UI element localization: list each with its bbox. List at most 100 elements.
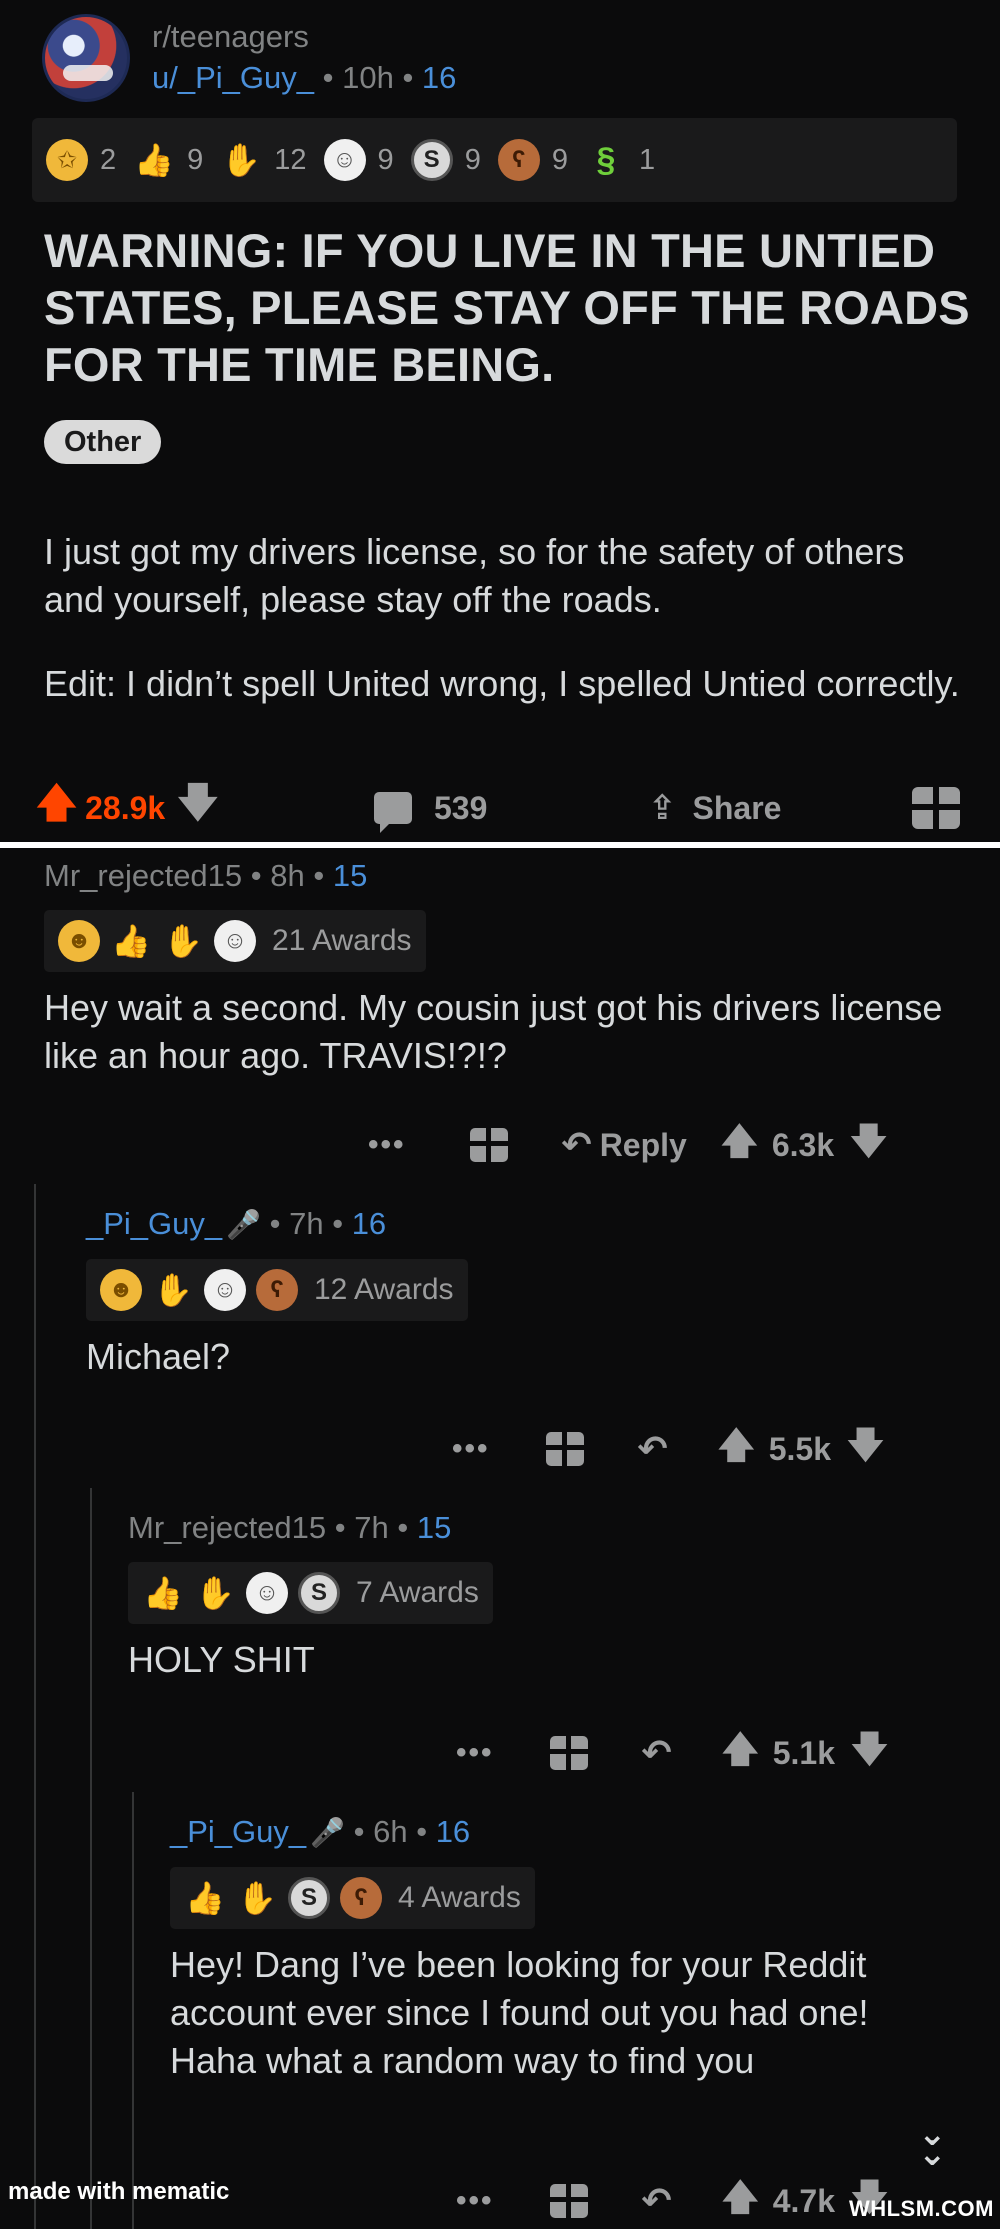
wholesome-award-icon: ☺ bbox=[323, 139, 366, 181]
comment-actions: ••• ↶ 🡅 5.5k 🡇 bbox=[452, 1422, 884, 1476]
comment-meta: _Pi_Guy_ 🎤 • 7h • 16 bbox=[86, 1204, 966, 1245]
comment: Mr_rejected15 • 8h • 15 ☻ 👍 ✋ ☺ 21 Award… bbox=[44, 856, 964, 1080]
comment-age: 6h bbox=[373, 1814, 408, 1849]
wholesome-award-icon: ☺ bbox=[246, 1572, 288, 1614]
gift-icon[interactable] bbox=[545, 1432, 584, 1466]
comment-actions: ••• ↶ Reply 🡅 6.3k 🡇 bbox=[368, 1118, 887, 1172]
comments-section: Mr_rejected15 • 8h • 15 ☻ 👍 ✋ ☺ 21 Award… bbox=[0, 848, 1000, 2229]
silver-award-icon: ✩ bbox=[46, 139, 88, 181]
comment-author[interactable]: _Pi_Guy_ bbox=[86, 1206, 222, 1241]
share-label: Share bbox=[692, 789, 782, 826]
gift-icon bbox=[912, 787, 960, 829]
reply-icon[interactable]: ↶ bbox=[638, 1428, 668, 1470]
comment-text: HOLY SHIT bbox=[128, 1639, 315, 1680]
comment-score: 6.3k bbox=[771, 1126, 835, 1163]
comment-awards[interactable]: 👍 ✋ ☺ S 7 Awards bbox=[128, 1562, 493, 1624]
collapse-thread-icon[interactable]: ⌄ ⌄ bbox=[918, 2117, 947, 2171]
bear-award-icon: ʕ bbox=[497, 139, 540, 181]
award-count: 2 bbox=[100, 143, 117, 176]
post-award[interactable]: S9 bbox=[410, 139, 481, 181]
reply-icon[interactable]: ↶ bbox=[562, 1124, 592, 1166]
more-options-icon[interactable]: ••• bbox=[456, 1736, 494, 1770]
meta-separator: • bbox=[322, 60, 343, 95]
post-award[interactable]: 👍 9 bbox=[133, 139, 203, 181]
share-button[interactable]: ⇪ Share bbox=[648, 780, 781, 836]
post: r/teenagers u/_Pi_Guy_ • 10h • 16 ✩ 2 👍 9 ✋ 1… bbox=[0, 0, 1000, 842]
comment-icon bbox=[374, 792, 412, 833]
comment-meta: Mr_rejected15 • 8h • 15 bbox=[44, 858, 368, 893]
comment-text: Michael? bbox=[86, 1336, 231, 1377]
award-button[interactable] bbox=[912, 780, 960, 836]
subreddit-name[interactable]: r/teenagers bbox=[152, 17, 456, 57]
gift-icon[interactable] bbox=[469, 1128, 508, 1162]
op-mic-icon: 🎤 bbox=[310, 1817, 346, 1848]
comment-meta: Mr_rejected15 • 7h • 15 bbox=[128, 1510, 452, 1545]
user-flair-number: 15 bbox=[416, 1510, 452, 1545]
downvote-icon[interactable]: 🡇 bbox=[847, 1419, 884, 1480]
award-count: 12 bbox=[274, 143, 307, 176]
upvote-icon[interactable]: 🡅 bbox=[718, 1419, 755, 1480]
silver-s-award-icon: S bbox=[288, 1877, 330, 1919]
vote-group: 🡅 28.9k 🡇 bbox=[36, 780, 218, 836]
comment-author[interactable]: _Pi_Guy_ bbox=[170, 1814, 306, 1849]
post-award[interactable]: ☺ 9 bbox=[323, 139, 394, 181]
more-options-icon[interactable]: ••• bbox=[368, 1128, 406, 1162]
wholesome-award-icon: ☺ bbox=[204, 1269, 246, 1311]
comment-actions: ••• ↶ 🡅 5.1k 🡇 bbox=[456, 1726, 888, 1780]
comments-button[interactable]: 539 bbox=[374, 780, 487, 836]
comment-meta: _Pi_Guy_ 🎤 • 6h • 16 bbox=[170, 1812, 940, 1853]
post-award[interactable]: ʕ9 bbox=[497, 139, 568, 181]
reply-button[interactable]: Reply bbox=[600, 1127, 687, 1164]
post-meta: u/_Pi_Guy_ • 10h • 16 bbox=[152, 57, 456, 99]
post-author[interactable]: u/_Pi_Guy_ bbox=[152, 60, 314, 95]
gold-award-icon: ☻ bbox=[58, 920, 100, 962]
post-award[interactable]: ✩ 2 bbox=[46, 139, 116, 181]
comment-author[interactable]: Mr_rejected15 bbox=[44, 858, 242, 893]
upvote-icon[interactable]: 🡅 bbox=[722, 2171, 759, 2229]
comment-age: 7h bbox=[289, 1206, 324, 1241]
helping-hand-award-icon: ✋ bbox=[237, 1880, 277, 1916]
comment-text: Hey wait a second. My cousin just got hi… bbox=[44, 987, 943, 1076]
post-header: r/teenagers u/_Pi_Guy_ • 10h • 16 bbox=[42, 14, 456, 102]
awards-count: 4 Awards bbox=[398, 1881, 521, 1914]
post-award[interactable]: ✋ 12 bbox=[220, 139, 306, 181]
watermark-site: WHLSM.COM bbox=[848, 2196, 994, 2221]
upvote-icon[interactable]: 🡅 bbox=[36, 774, 77, 842]
downvote-icon[interactable]: 🡇 bbox=[177, 774, 218, 842]
user-flair-number: 16 bbox=[351, 1206, 387, 1241]
post-award[interactable]: § 1 bbox=[585, 139, 656, 181]
reply-icon[interactable]: ↶ bbox=[642, 2180, 672, 2222]
comment-author[interactable]: Mr_rejected15 bbox=[128, 1510, 326, 1545]
more-options-icon[interactable]: ••• bbox=[452, 1432, 490, 1466]
upvote-icon[interactable]: 🡅 bbox=[722, 1723, 759, 1784]
reply-icon[interactable]: ↶ bbox=[642, 1732, 672, 1774]
downvote-icon[interactable]: 🡇 bbox=[851, 1723, 888, 1784]
thread-line[interactable] bbox=[34, 1184, 36, 2229]
comment-awards[interactable]: ☻ 👍 ✋ ☺ 21 Awards bbox=[44, 910, 426, 972]
post-body-edit: Edit: I didn’t spell United wrong, I spe… bbox=[44, 663, 960, 704]
downvote-icon[interactable]: 🡇 bbox=[850, 1115, 887, 1176]
gift-icon[interactable] bbox=[549, 1736, 588, 1770]
award-count: 9 bbox=[187, 143, 204, 176]
subreddit-avatar[interactable] bbox=[42, 14, 130, 102]
thread-line[interactable] bbox=[90, 1488, 92, 2229]
comment-score: 5.5k bbox=[768, 1430, 831, 1467]
helping-hand-award-icon: ✋ bbox=[163, 923, 203, 959]
share-icon: ⇪ bbox=[648, 789, 677, 827]
upvote-icon[interactable]: 🡅 bbox=[721, 1115, 758, 1176]
comment-awards[interactable]: 👍 ✋ S ʕ 4 Awards bbox=[170, 1867, 535, 1929]
user-flair-number: 15 bbox=[332, 858, 368, 893]
comment: Mr_rejected15 • 7h • 15 👍 ✋ ☺ S 7 Awards… bbox=[128, 1508, 968, 1684]
thread-line[interactable] bbox=[132, 1792, 134, 2229]
post-awards-bar[interactable]: ✩ 2 👍 9 ✋ 12 ☺ 9 S 9 ʕ 9 § 1 bbox=[32, 118, 957, 202]
user-flair-number: 16 bbox=[435, 1814, 471, 1849]
post-flair[interactable]: Other bbox=[44, 420, 162, 464]
bear-award-icon: ʕ bbox=[340, 1877, 382, 1919]
awards-count: 7 Awards bbox=[356, 1576, 479, 1609]
comment-awards[interactable]: ☻ ✋ ☺ ʕ 12 Awards bbox=[86, 1259, 468, 1321]
rocket-like-award-icon: 👍 bbox=[134, 142, 175, 178]
gift-icon[interactable] bbox=[549, 2184, 588, 2218]
silver-s-award-icon: S bbox=[298, 1572, 340, 1614]
more-options-icon[interactable]: ••• bbox=[456, 2184, 494, 2218]
user-flair-number: 16 bbox=[421, 60, 457, 95]
